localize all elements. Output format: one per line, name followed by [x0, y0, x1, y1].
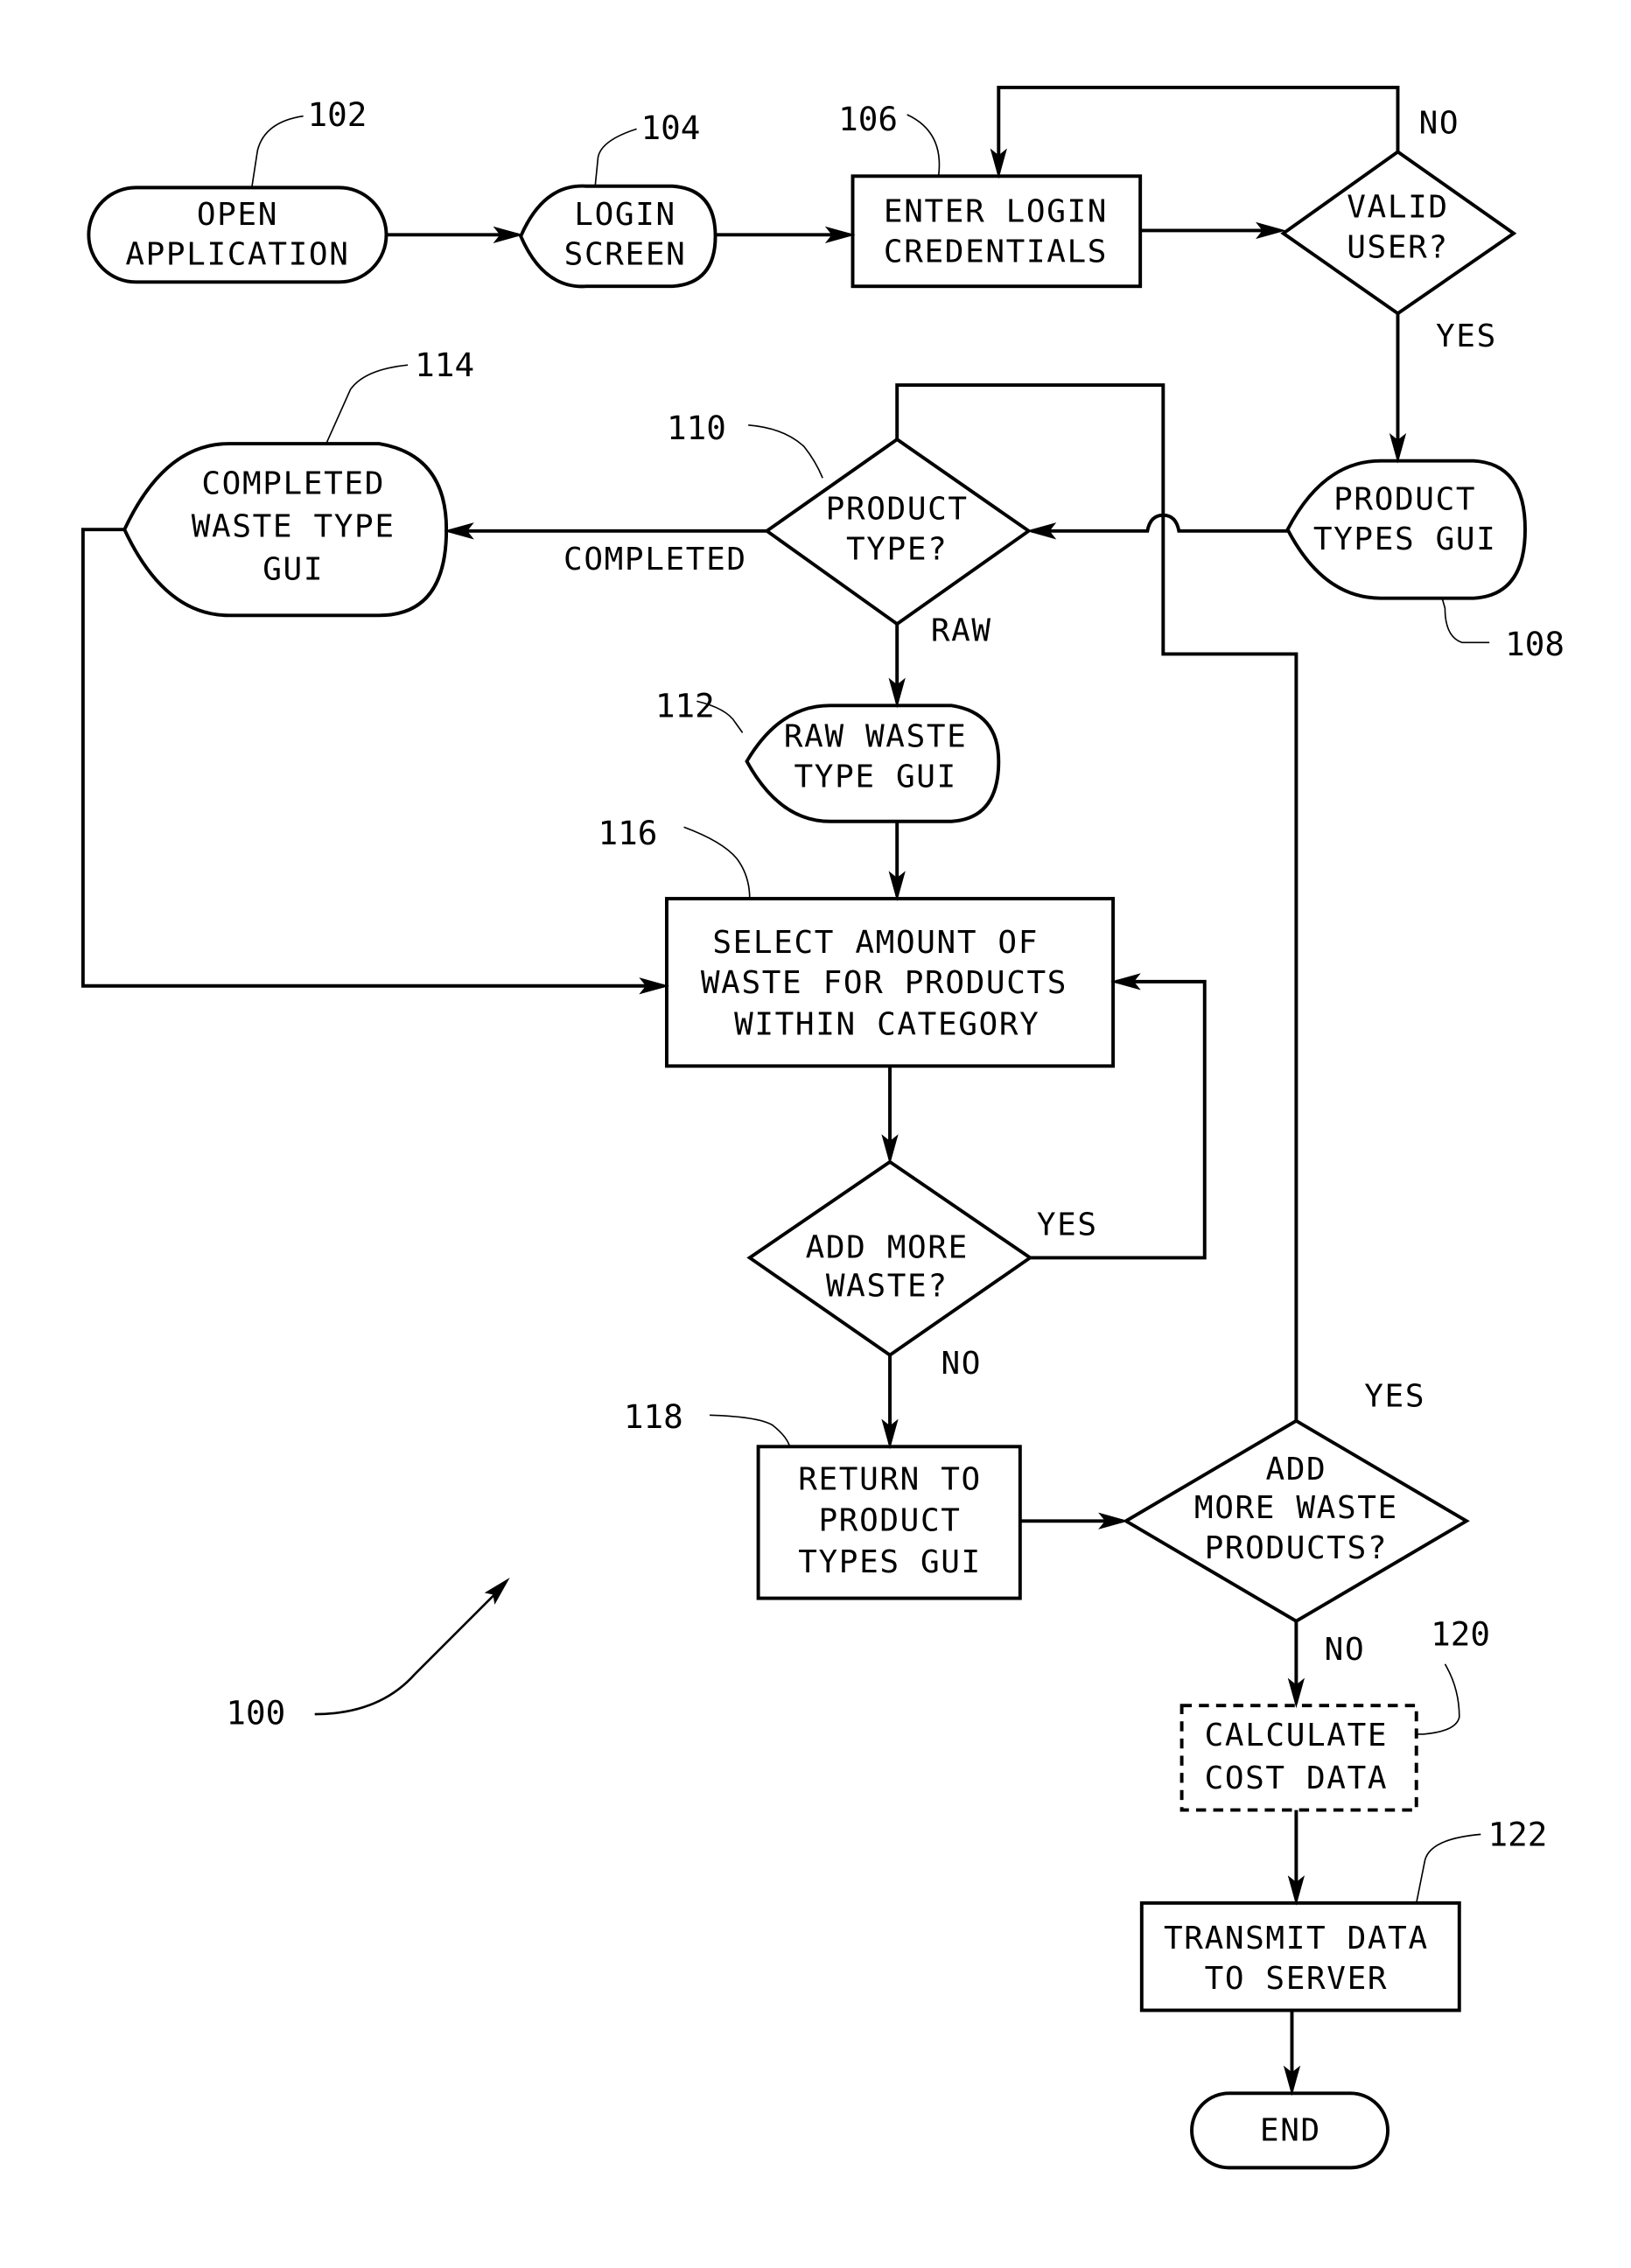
- node-text-line: VALID: [1347, 190, 1448, 226]
- connector-valid-no-loop: [997, 85, 1400, 174]
- node-text-line: APPLICATION: [125, 237, 349, 273]
- node-text-line: END: [1260, 2112, 1321, 2148]
- node-login-screen: LOGIN SCREEN: [519, 184, 718, 289]
- node-text-line: SELECT AMOUNT OF: [712, 925, 1039, 961]
- node-text-line: TRANSMIT DATA: [1164, 1921, 1429, 1956]
- edge-label-valid-yes: YES: [1436, 318, 1497, 354]
- node-text-line: WASTE TYPE: [192, 508, 396, 544]
- ref-num-110: 110: [667, 409, 726, 447]
- edge-label-more-products-no: NO: [1325, 1632, 1366, 1668]
- figure-ref-arrow: [314, 1587, 502, 1716]
- node-text-line: CREDENTIALS: [884, 234, 1108, 270]
- figure-ref-100: 100: [226, 1693, 285, 1732]
- leader-line: [326, 364, 409, 444]
- node-valid-user: VALID USER?: [1280, 150, 1517, 316]
- node-completed-waste-gui: COMPLETED WASTE TYPE GUI: [122, 442, 449, 618]
- node-calculate-cost: CALCULATE COST DATA: [1180, 1704, 1418, 1812]
- ref-num-114: 114: [415, 346, 474, 384]
- ref-num-116: 116: [598, 814, 657, 852]
- leader-line: [709, 1414, 791, 1447]
- node-text-line: PRODUCT: [826, 492, 969, 528]
- ref-num-104: 104: [641, 108, 701, 147]
- edge-label-more-waste-yes: YES: [1037, 1207, 1098, 1242]
- flowchart-figure: OPEN APPLICATION LOGIN SCREEN ENTER LOGI…: [80, 85, 1564, 2170]
- node-return-to-product-types: RETURN TO PRODUCT TYPES GUI: [756, 1445, 1022, 1600]
- ref-num-108: 108: [1505, 625, 1564, 663]
- node-text-line: MORE WASTE: [1194, 1490, 1398, 1526]
- ref-num-102: 102: [308, 95, 368, 134]
- node-text-line: PRODUCT: [819, 1503, 962, 1539]
- node-text-line: ADD: [1265, 1452, 1326, 1488]
- edge-labels: NO YES COMPLETED RAW YES NO YES NO: [564, 105, 1497, 1668]
- edge-label-valid-no: NO: [1419, 105, 1460, 141]
- node-text-line: WITHIN CATEGORY: [734, 1006, 1040, 1042]
- node-open-application: OPEN APPLICATION: [87, 186, 388, 284]
- node-text-line: TO SERVER: [1205, 1961, 1389, 1997]
- node-text-line: TYPE?: [846, 532, 948, 568]
- node-text-line: CALCULATE: [1205, 1718, 1389, 1754]
- ref-num-112: 112: [655, 686, 715, 724]
- connector-gui-to-product-type: [1031, 513, 1288, 533]
- leader-line: [594, 128, 637, 186]
- edge-label-raw: RAW: [931, 613, 992, 649]
- node-text-line: SCREEN: [564, 237, 687, 273]
- node-text-line: TYPES GUI: [1313, 522, 1497, 557]
- leader-line: [906, 114, 941, 177]
- leader-line: [1415, 1833, 1481, 1904]
- node-text-line: LOGIN: [574, 197, 676, 233]
- node-add-more-products: ADD MORE WASTE PRODUCTS?: [1122, 1418, 1470, 1624]
- node-text-line: TYPE GUI: [794, 759, 957, 794]
- node-end: END: [1190, 2091, 1390, 2170]
- node-text-line: WASTE?: [826, 1269, 948, 1305]
- edge-label-more-products-yes: YES: [1364, 1378, 1425, 1414]
- node-enter-credentials: ENTER LOGIN CREDENTIALS: [850, 174, 1143, 289]
- node-text-line: RETURN TO: [798, 1461, 982, 1497]
- node-text-line: ADD MORE: [806, 1229, 969, 1265]
- node-text-line: OPEN: [197, 197, 278, 233]
- node-text-line: USER?: [1347, 230, 1448, 266]
- node-text-line: TYPES GUI: [798, 1544, 982, 1580]
- node-text-line: PRODUCT: [1334, 481, 1476, 517]
- ref-num-122: 122: [1488, 1815, 1547, 1853]
- leader-line: [1441, 598, 1490, 644]
- node-text-line: GUI: [262, 551, 324, 587]
- edge-label-more-waste-no: NO: [941, 1346, 982, 1382]
- leader-line: [1416, 1663, 1460, 1735]
- ref-num-118: 118: [624, 1397, 683, 1436]
- ref-num-120: 120: [1431, 1615, 1490, 1654]
- node-text-line: RAW WASTE: [784, 719, 968, 755]
- node-text-line: ENTER LOGIN: [884, 194, 1108, 230]
- node-select-amount: SELECT AMOUNT OF WASTE FOR PRODUCTS WITH…: [664, 897, 1116, 1068]
- node-product-type: PRODUCT TYPE?: [764, 437, 1032, 626]
- node-text-line: COMPLETED: [201, 466, 385, 501]
- leader-line: [683, 826, 751, 900]
- node-raw-waste-gui: RAW WASTE TYPE GUI: [745, 704, 1001, 823]
- node-add-more-waste: ADD MORE WASTE?: [746, 1159, 1033, 1358]
- leader-line: [250, 115, 304, 188]
- node-transmit-data: TRANSMIT DATA TO SERVER: [1139, 1900, 1461, 2012]
- edge-label-completed: COMPLETED: [564, 542, 747, 578]
- node-text-line: WASTE FOR PRODUCTS: [701, 965, 1068, 1001]
- node-text-line: COST DATA: [1205, 1760, 1389, 1796]
- node-text-line: PRODUCTS?: [1205, 1530, 1389, 1566]
- node-product-types-gui: PRODUCT TYPES GUI: [1285, 458, 1527, 600]
- ref-num-106: 106: [838, 100, 898, 138]
- leader-line: [748, 424, 823, 479]
